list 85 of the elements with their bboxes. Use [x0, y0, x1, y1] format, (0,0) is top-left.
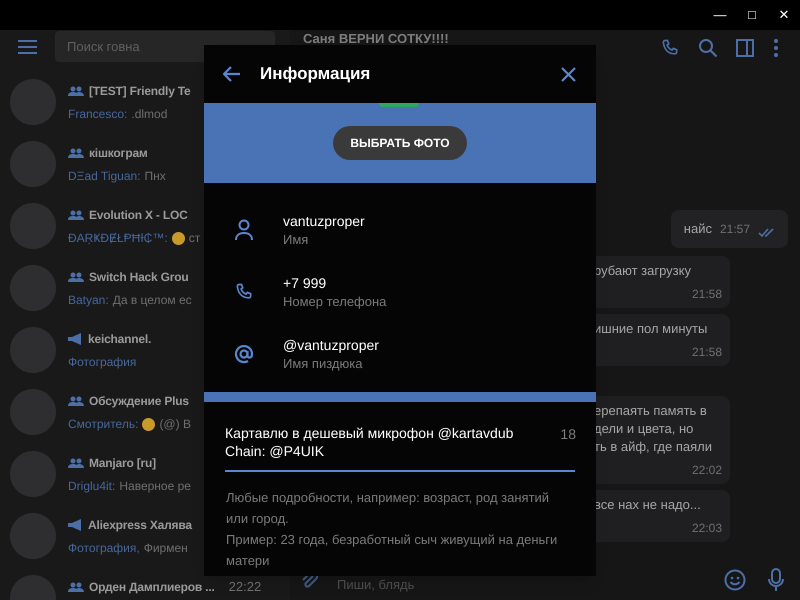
group-icon [68, 148, 84, 158]
media-label: Фотография [68, 354, 136, 371]
group-icon [68, 86, 84, 96]
chat-name: Evolution X - LOC [89, 207, 188, 224]
message-preview: Фирмен [144, 540, 188, 557]
message-time: 21:58 [692, 344, 722, 361]
group-icon [68, 458, 84, 468]
field-label: Имя [283, 230, 310, 248]
dialog-title: Информация [260, 63, 370, 86]
message-preview: Пнх [144, 168, 166, 185]
message-preview: Да в целом ес [112, 292, 192, 309]
menu-icon[interactable] [18, 40, 37, 54]
message-preview: Наверное ре [119, 478, 191, 495]
character-counter: 18 [560, 425, 576, 444]
info-row[interactable]: +7 999 Номер телефона [204, 261, 596, 323]
choose-photo-button[interactable]: ВЫБРАТЬ ФОТО [333, 126, 467, 160]
chat-list-item[interactable]: кішкограм DΞad Tiguan: Пнх [0, 134, 290, 196]
field-value: @vantuzproper [283, 336, 379, 354]
message-time: 22:03 [692, 520, 722, 537]
chat-name: Орден Дамплиеров ... [89, 579, 215, 596]
avatar-photo-placeholder [10, 389, 56, 435]
chat-time: 22:22 [228, 578, 262, 596]
sender-name: Смотритель: [68, 416, 138, 433]
maximize-button[interactable]: □ [736, 0, 768, 30]
search-icon[interactable] [698, 38, 718, 58]
bio-text: Картавлю в дешевый микрофон @kartavdub [225, 424, 514, 442]
avatar-photo-placeholder [10, 451, 56, 497]
sender-name: Batyan: [68, 292, 109, 309]
media-label: Фотография, [68, 540, 140, 557]
avatar-photo-placeholder [10, 513, 56, 559]
minimize-button[interactable]: — [704, 0, 736, 30]
chat-name: Aliexpress Халява [88, 517, 192, 534]
hint-text: Пример: 23 года, безработный сыч живущий на деньги матери [226, 531, 558, 570]
emoji-icon [142, 418, 156, 430]
info-row[interactable]: @vantuzproper Имя пиздюка [204, 323, 596, 385]
avatar-photo-placeholder [10, 79, 56, 125]
info-row[interactable]: vantuzproper Имя [204, 199, 596, 261]
close-icon[interactable] [561, 66, 576, 82]
chat-name: [TEST] Friendly Te [89, 83, 191, 100]
person-icon [234, 219, 252, 241]
at-sign-icon [234, 344, 254, 364]
emoji-icon [172, 232, 185, 244]
megaphone-icon [68, 519, 83, 531]
avatar-photo-placeholder [10, 203, 56, 249]
sender-name: DΞad Tiguan: [68, 168, 141, 185]
message-time: 21:57 [720, 221, 750, 238]
sidebar-icon[interactable] [736, 39, 754, 57]
message-time: 21:58 [692, 286, 722, 303]
avatar-photo-placeholder [10, 141, 56, 187]
chat-name: Switch Hack Grou [89, 269, 188, 286]
field-value: +7 999 [283, 274, 328, 292]
sender-name: Francesco: [68, 106, 128, 123]
back-arrow-icon[interactable] [223, 66, 241, 82]
close-button[interactable]: ✕ [768, 0, 800, 30]
emoji-icon[interactable] [724, 569, 746, 591]
chat-name: Обсуждение Plus [89, 393, 189, 410]
microphone-icon[interactable] [768, 568, 784, 592]
field-label: Номер телефона [283, 292, 386, 310]
megaphone-icon [68, 333, 83, 345]
message-preview: .dlmod [131, 106, 168, 123]
chat-name: keichannel. [88, 331, 152, 348]
hint-text: Любые подробности, например: возраст, род занятий или город. [226, 489, 550, 528]
bio-text: Chain: @P4UIK [225, 442, 326, 460]
avatar-photo-placeholder [10, 265, 56, 311]
chat-list-item[interactable]: Орден Дамплиеров ... 22:22 [0, 568, 290, 600]
avatar-photo-placeholder [379, 103, 419, 107]
avatar-photo-placeholder [10, 327, 56, 373]
group-icon [68, 272, 84, 282]
chat-name: Manjaro [ru] [89, 455, 156, 472]
double-check-icon [758, 228, 775, 238]
more-icon[interactable] [774, 39, 778, 57]
sender-name: Driglu4it: [68, 478, 116, 495]
message-preview: (@) В [159, 416, 191, 433]
field-value: vantuzproper [283, 212, 365, 230]
group-icon [68, 582, 84, 592]
group-icon [68, 396, 84, 406]
message-text: найс [684, 220, 712, 238]
sender-name: ĐAŖҜĐɆŁⱣĦƗ₵™: [68, 230, 168, 247]
chat-name: кішкограм [89, 145, 148, 162]
message-time: 22:02 [692, 462, 722, 479]
group-icon [68, 210, 84, 220]
message-preview: ст [188, 230, 200, 247]
bio-field[interactable]: Картавлю в дешевый микрофон @kartavdub Chain: @P4UIK 18 [225, 424, 575, 472]
field-label: Имя пиздюка [283, 354, 364, 372]
chat-title: Саня ВЕРНИ СОТКУ!!!! [303, 30, 449, 48]
